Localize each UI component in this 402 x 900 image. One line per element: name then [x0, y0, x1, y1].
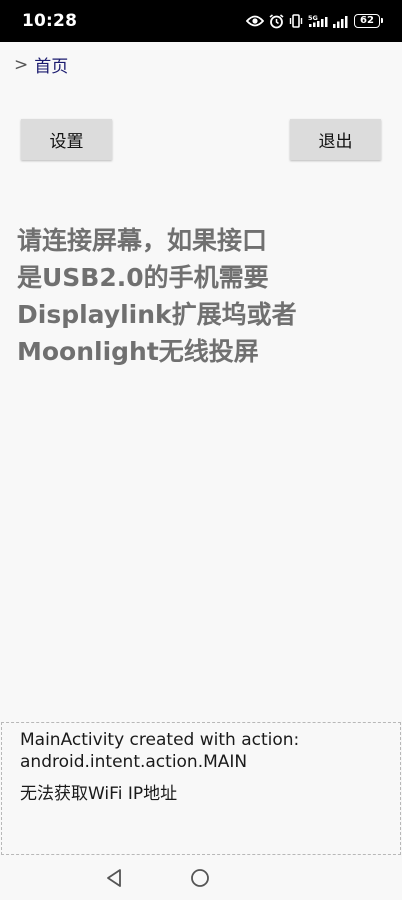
log-panel: MainActivity created with action: androi…: [1, 722, 401, 855]
back-triangle-icon[interactable]: [105, 868, 123, 892]
settings-button[interactable]: 设置: [21, 119, 112, 160]
log-line-wifi: 无法获取WiFi IP地址: [20, 784, 178, 804]
connect-screen-message: 请连接屏幕，如果接口 是USB2.0的手机需要 Displaylink扩展坞或者…: [17, 222, 327, 370]
svg-text:5G: 5G: [308, 14, 318, 22]
log-line-action: MainActivity created with action: androi…: [20, 730, 300, 772]
status-icons: 5G 62: [246, 10, 383, 32]
battery-level: 62: [360, 15, 374, 26]
signal-icon: [333, 15, 349, 28]
5g-signal-icon: 5G: [308, 14, 328, 28]
exit-button[interactable]: 退出: [290, 119, 381, 160]
alarm-icon: [269, 13, 284, 29]
vibrate-icon: [289, 14, 303, 28]
eye-icon: [246, 15, 264, 27]
breadcrumb-separator: >: [14, 54, 29, 75]
message-line: Moonlight无线投屏: [17, 337, 259, 366]
navigation-bar: [0, 855, 402, 900]
message-line: 请连接屏幕，如果接口: [17, 226, 268, 255]
home-circle-icon[interactable]: [190, 868, 210, 892]
message-line: 是USB2.0的手机需要: [17, 263, 269, 292]
status-time: 10:28: [22, 11, 78, 31]
breadcrumb-home-link[interactable]: 首页: [34, 52, 68, 77]
battery-icon: 62: [354, 14, 383, 28]
status-bar: 10:28 5G 62: [0, 0, 402, 42]
message-line: Displaylink扩展坞或者: [17, 300, 297, 329]
breadcrumb: > 首页: [14, 52, 68, 78]
